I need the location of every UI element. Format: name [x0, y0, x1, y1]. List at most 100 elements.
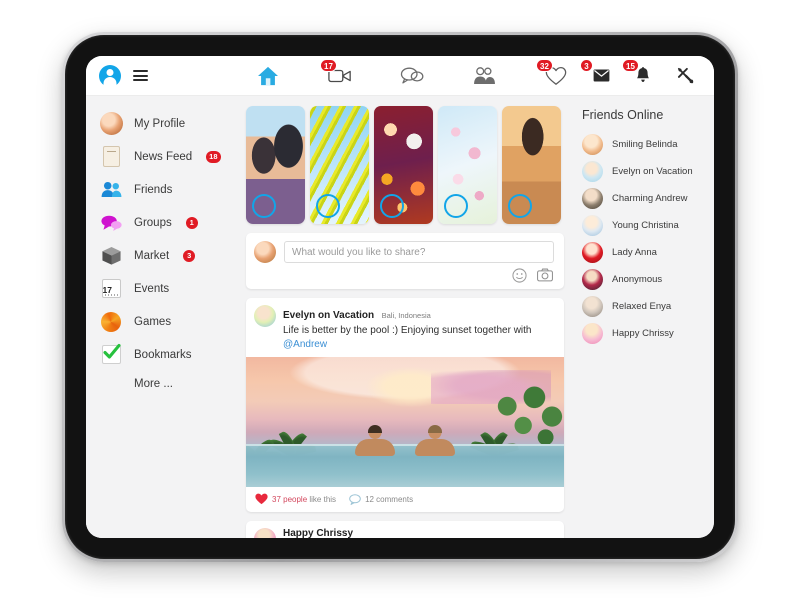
nav-video-button[interactable]: 17: [320, 58, 353, 88]
sidebar-item-friends[interactable]: Friends: [86, 173, 236, 206]
post-header: Evelyn on Vacation Bali, Indonesia Life …: [246, 298, 564, 357]
nav-friends-button[interactable]: [471, 64, 497, 88]
avatar: [582, 242, 603, 263]
feed-column: Evelyn on Vacation Bali, Indonesia Life …: [236, 96, 572, 538]
user-circle-icon[interactable]: [99, 64, 121, 87]
speech-bubbles-icon: [99, 211, 123, 235]
story-avatar: [380, 194, 404, 218]
friend-list-item[interactable]: Young Christina: [582, 212, 708, 239]
sidebar-label: News Feed: [134, 150, 193, 163]
left-sidebar: My Profile News Feed 18 Friends Groups 1…: [86, 96, 236, 538]
hamburger-menu-icon[interactable]: [133, 70, 148, 81]
post-author-name[interactable]: Happy Chrissy: [283, 528, 555, 538]
friend-name: Relaxed Enya: [612, 301, 672, 312]
friend-name: Happy Chrissy: [612, 328, 674, 339]
tablet-device: 17 32 3 15 My Profile News Feed 18 Frien…: [62, 32, 738, 562]
friend-list-item[interactable]: Anonymous: [582, 266, 708, 293]
mail-button[interactable]: 3: [580, 58, 614, 88]
post-card-chrissy: Happy Chrissy Let me share with you toda…: [246, 521, 564, 538]
avatar: [582, 296, 603, 317]
sidebar-label: Friends: [134, 183, 173, 196]
stories-strip: [246, 106, 564, 224]
sidebar-label: Groups: [134, 216, 172, 229]
post-text: Life is better by the pool :) Enjoying s…: [283, 324, 555, 352]
friend-name: Charming Andrew: [612, 193, 688, 204]
video-badge: 17: [320, 58, 337, 72]
like-action[interactable]: 37 people like this: [255, 493, 336, 505]
sidebar-item-news-feed[interactable]: News Feed 18: [86, 140, 236, 173]
story-card[interactable]: [502, 106, 561, 224]
nav-messages-button[interactable]: [399, 64, 425, 88]
post-card-evelyn: Evelyn on Vacation Bali, Indonesia Life …: [246, 298, 564, 512]
settings-tools-icon[interactable]: [672, 64, 698, 88]
avatar: [582, 215, 603, 236]
friend-list-item[interactable]: Evelyn on Vacation: [582, 158, 708, 185]
sidebar-item-more[interactable]: More ...: [86, 378, 236, 390]
friend-list-item[interactable]: Lady Anna: [582, 239, 708, 266]
nav-home-button[interactable]: [255, 64, 281, 88]
notifications-badge: 15: [622, 58, 639, 72]
friend-name: Anonymous: [612, 274, 663, 285]
share-input[interactable]: [284, 241, 554, 263]
sidebar-item-games[interactable]: Games: [86, 305, 236, 338]
friend-name: Young Christina: [612, 220, 679, 231]
post-meta: Happy Chrissy Let me share with you toda…: [283, 528, 555, 538]
friend-list-item[interactable]: Happy Chrissy: [582, 320, 708, 347]
post-author-avatar[interactable]: [254, 305, 276, 327]
person-figure: [351, 424, 399, 456]
calendar-icon: 17: [99, 277, 123, 301]
post-author-avatar[interactable]: [254, 528, 276, 538]
mail-badge: 3: [580, 58, 593, 72]
story-card[interactable]: [438, 106, 497, 224]
person-figure: [411, 424, 459, 456]
post-composer: [246, 233, 564, 289]
post-location: Bali, Indonesia: [381, 311, 431, 320]
story-card[interactable]: [310, 106, 369, 224]
post-image-sunset-pool[interactable]: [246, 357, 564, 487]
avatar: [582, 323, 603, 344]
sidebar-label: Bookmarks: [134, 348, 192, 361]
document-icon: [99, 145, 123, 169]
sidebar-item-market[interactable]: Market 3: [86, 239, 236, 272]
avatar: [582, 134, 603, 155]
friend-list-item[interactable]: Relaxed Enya: [582, 293, 708, 320]
like-count: 37 people: [272, 494, 308, 504]
sidebar-item-my-profile[interactable]: My Profile: [86, 107, 236, 140]
top-bar-right-group: 3 15: [580, 58, 714, 88]
likes-badge: 32: [536, 58, 553, 72]
sidebar-item-groups[interactable]: Groups 1: [86, 206, 236, 239]
composer-tools: [254, 263, 554, 283]
top-bar-left-group: [86, 64, 236, 87]
friend-name: Lady Anna: [612, 247, 657, 258]
post-meta: Evelyn on Vacation Bali, Indonesia Life …: [283, 305, 555, 352]
post-mention[interactable]: @Andrew: [283, 339, 327, 350]
composer-row: [254, 241, 554, 263]
avatar: [582, 188, 603, 209]
sidebar-label: Games: [134, 315, 172, 328]
nav-likes-button[interactable]: 32: [536, 58, 569, 88]
like-count-text: 37 people like this: [272, 495, 336, 504]
friend-list-item[interactable]: Smiling Belinda: [582, 131, 708, 158]
comment-action[interactable]: 12 comments: [349, 493, 414, 505]
smiley-icon[interactable]: [512, 268, 527, 283]
post-author-name[interactable]: Evelyn on Vacation: [283, 310, 374, 321]
friend-list-item[interactable]: Charming Andrew: [582, 185, 708, 212]
box-icon: [99, 244, 123, 268]
avatar: [582, 269, 603, 290]
friend-name: Evelyn on Vacation: [612, 166, 693, 177]
story-card[interactable]: [246, 106, 305, 224]
composer-avatar: [254, 241, 276, 263]
sidebar-item-bookmarks[interactable]: Bookmarks: [86, 338, 236, 371]
comment-count: 12 comments: [365, 494, 414, 504]
tablet-screen: 17 32 3 15 My Profile News Feed 18 Frien…: [86, 56, 714, 538]
like-suffix: like this: [307, 494, 337, 504]
sidebar-label: Events: [134, 282, 170, 295]
story-avatar: [444, 194, 468, 218]
camera-icon[interactable]: [537, 268, 553, 283]
groups-badge: 1: [185, 216, 198, 229]
notifications-button[interactable]: 15: [622, 58, 656, 88]
app-body: My Profile News Feed 18 Friends Groups 1…: [86, 96, 714, 538]
friend-name: Smiling Belinda: [612, 139, 678, 150]
story-card[interactable]: [374, 106, 433, 224]
sidebar-item-events[interactable]: 17 Events: [86, 272, 236, 305]
